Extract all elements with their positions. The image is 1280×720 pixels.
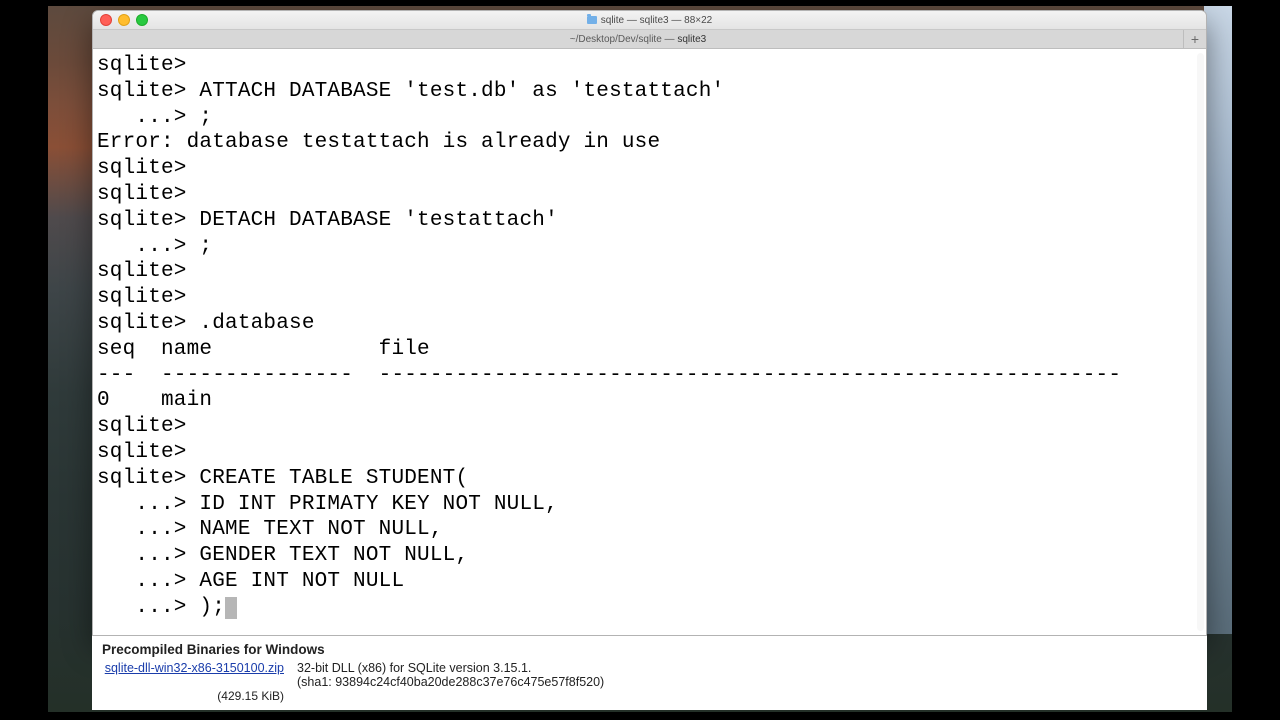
- terminal-line: 0 main: [97, 388, 1202, 414]
- terminal-line: ...> ID INT PRIMATY KEY NOT NULL,: [97, 492, 1202, 518]
- terminal-line: sqlite> CREATE TABLE STUDENT(: [97, 466, 1202, 492]
- tab-active[interactable]: ~/Desktop/Dev/sqlite — sqlite3: [93, 30, 1183, 48]
- scrollbar[interactable]: [1197, 53, 1204, 631]
- tab-path: ~/Desktop/Dev/sqlite —: [570, 34, 678, 45]
- terminal-window: sqlite — sqlite3 — 88×22 ~/Desktop/Dev/s…: [92, 10, 1207, 636]
- terminal-output: sqlite>sqlite> ATTACH DATABASE 'test.db'…: [97, 53, 1202, 621]
- tab-bar: ~/Desktop/Dev/sqlite — sqlite3 +: [93, 30, 1206, 49]
- terminal-line: Error: database testattach is already in…: [97, 130, 1202, 156]
- terminal-line: ...> );: [97, 595, 1202, 621]
- window-title-folder: sqlite: [601, 15, 624, 26]
- terminal-line: --- --------------- --------------------…: [97, 363, 1202, 389]
- section-heading: Precompiled Binaries for Windows: [102, 642, 1197, 657]
- screen: sqlite — sqlite3 — 88×22 ~/Desktop/Dev/s…: [0, 0, 1280, 720]
- terminal-line: ...> ;: [97, 105, 1202, 131]
- terminal-line: ...> ;: [97, 234, 1202, 260]
- window-titlebar[interactable]: sqlite — sqlite3 — 88×22: [93, 11, 1206, 30]
- cursor: [225, 597, 237, 619]
- terminal-line: sqlite>: [97, 440, 1202, 466]
- download-size: (429.15 KiB): [102, 689, 284, 703]
- terminal-line: sqlite>: [97, 285, 1202, 311]
- desktop-wallpaper-right: [1204, 6, 1232, 634]
- download-description: 32-bit DLL (x86) for SQLite version 3.15…: [297, 661, 1197, 689]
- browser-page-section: Precompiled Binaries for Windows sqlite-…: [92, 636, 1207, 710]
- terminal-line: sqlite> .database: [97, 311, 1202, 337]
- terminal-line: sqlite> ATTACH DATABASE 'test.db' as 'te…: [97, 79, 1202, 105]
- terminal-line: ...> GENDER TEXT NOT NULL,: [97, 543, 1202, 569]
- download-link[interactable]: sqlite-dll-win32-x86-3150100.zip: [102, 661, 284, 675]
- window-title-rest: — sqlite3 — 88×22: [624, 15, 712, 26]
- close-icon[interactable]: [100, 14, 112, 26]
- terminal-line: seq name file: [97, 337, 1202, 363]
- terminal-line: sqlite> DETACH DATABASE 'testattach': [97, 208, 1202, 234]
- terminal-line: sqlite>: [97, 156, 1202, 182]
- terminal-line: ...> NAME TEXT NOT NULL,: [97, 517, 1202, 543]
- terminal-body[interactable]: sqlite>sqlite> ATTACH DATABASE 'test.db'…: [93, 49, 1206, 635]
- terminal-line: sqlite>: [97, 414, 1202, 440]
- zoom-icon[interactable]: [136, 14, 148, 26]
- terminal-line: sqlite>: [97, 259, 1202, 285]
- terminal-line: ...> AGE INT NOT NULL: [97, 569, 1202, 595]
- terminal-line: sqlite>: [97, 53, 1202, 79]
- tab-process: sqlite3: [677, 34, 706, 45]
- window-title: sqlite — sqlite3 — 88×22: [93, 15, 1206, 26]
- window-traffic-lights: [100, 14, 148, 26]
- folder-icon: [587, 16, 597, 24]
- terminal-line: sqlite>: [97, 182, 1202, 208]
- new-tab-button[interactable]: +: [1183, 30, 1206, 48]
- minimize-icon[interactable]: [118, 14, 130, 26]
